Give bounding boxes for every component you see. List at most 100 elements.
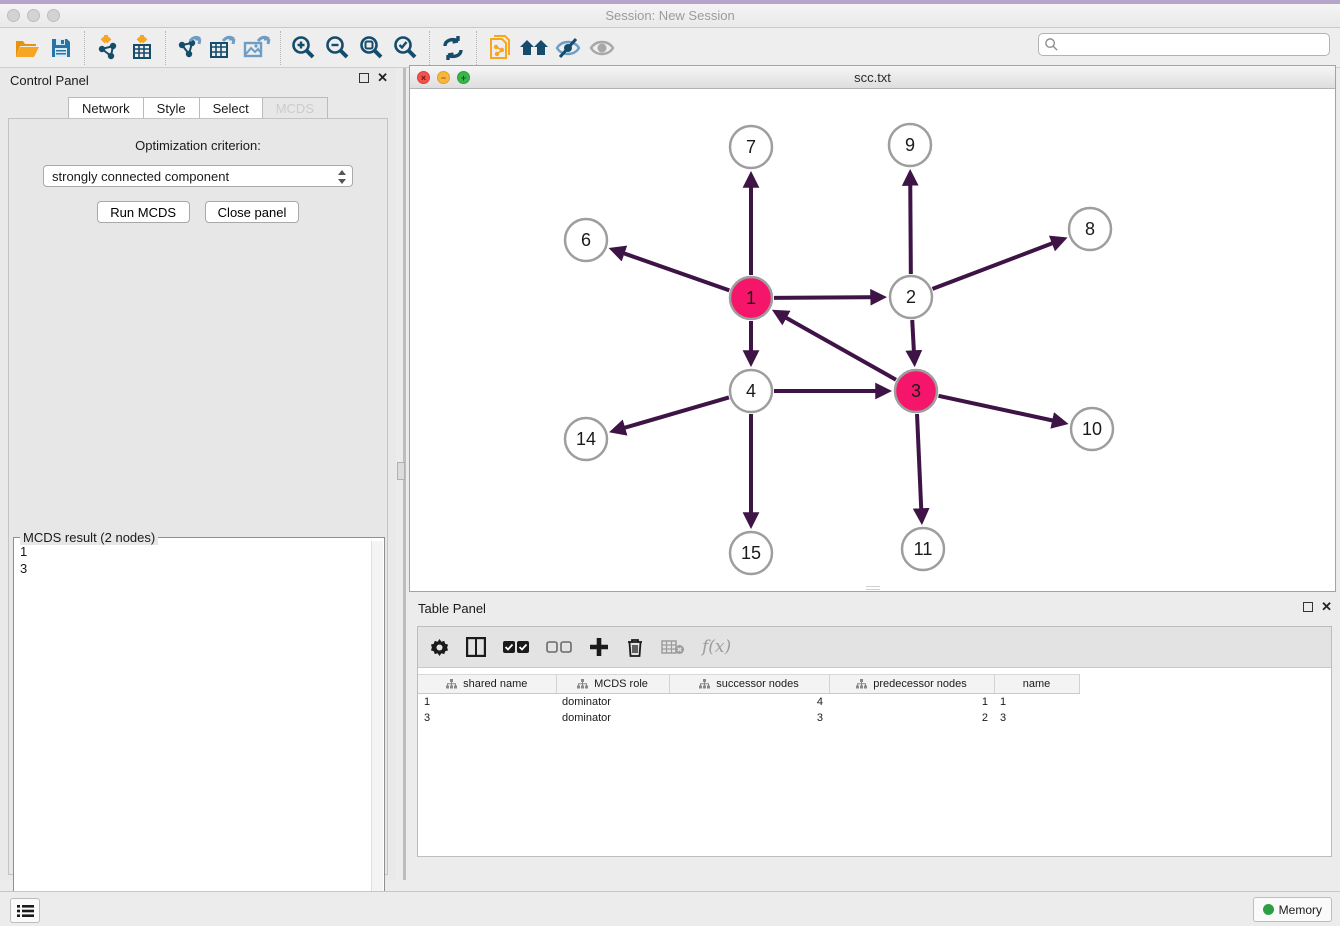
table-cell[interactable]: 1 xyxy=(829,694,994,710)
node-3[interactable]: 3 xyxy=(895,370,937,412)
edge-2-8[interactable] xyxy=(933,239,1063,289)
clone-network-icon[interactable] xyxy=(483,32,517,64)
edge-1-6[interactable] xyxy=(613,250,729,291)
window-title: Session: New Session xyxy=(0,8,1340,23)
table-row[interactable]: 1dominator411 xyxy=(418,694,1079,710)
open-session-icon[interactable] xyxy=(10,32,44,64)
control-tab-style[interactable]: Style xyxy=(144,97,200,120)
column-header-successor-nodes[interactable]: successor nodes xyxy=(669,675,829,694)
zoom-out-icon[interactable] xyxy=(321,32,355,64)
control-tab-mcds[interactable]: MCDS xyxy=(263,97,328,120)
memory-button[interactable]: Memory xyxy=(1253,897,1332,922)
node-14[interactable]: 14 xyxy=(565,418,607,460)
zoom-selected-icon[interactable] xyxy=(389,32,423,64)
close-panel-icon[interactable]: ✕ xyxy=(377,73,388,83)
close-table-panel-icon[interactable]: ✕ xyxy=(1321,602,1332,612)
control-panel: Control Panel ✕ NetworkStyleSelectMCDS O… xyxy=(0,68,396,880)
table-cell[interactable]: 1 xyxy=(418,694,556,710)
table-cell[interactable]: dominator xyxy=(556,694,669,710)
import-table-from-file-icon[interactable] xyxy=(125,32,159,64)
node-11[interactable]: 11 xyxy=(902,528,944,570)
search-icon xyxy=(1044,37,1059,52)
node-label-2: 2 xyxy=(906,287,916,307)
add-column-icon[interactable] xyxy=(589,637,609,657)
mcds-result-scrollbar[interactable] xyxy=(371,541,383,911)
table-cell[interactable]: 3 xyxy=(994,710,1079,726)
table-cell[interactable]: 4 xyxy=(669,694,829,710)
vertical-splitter-grip[interactable] xyxy=(397,462,405,480)
edge-4-14[interactable] xyxy=(614,397,729,430)
edge-1-2[interactable] xyxy=(774,297,882,298)
network-window-titlebar: scc.txt × − + xyxy=(410,66,1335,89)
float-table-panel-icon[interactable] xyxy=(1303,602,1313,612)
control-panel-title: Control Panel xyxy=(10,73,89,88)
delete-table-icon[interactable] xyxy=(661,639,685,655)
table-cell[interactable]: 3 xyxy=(418,710,556,726)
zoom-fit-icon[interactable] xyxy=(355,32,389,64)
run-mcds-button[interactable]: Run MCDS xyxy=(97,201,190,223)
edge-3-11[interactable] xyxy=(917,414,922,520)
table-cell[interactable]: 1 xyxy=(994,694,1079,710)
control-panel-header: Control Panel ✕ xyxy=(0,68,396,92)
export-table-icon[interactable] xyxy=(206,32,240,64)
table-cell[interactable]: dominator xyxy=(556,710,669,726)
toolbar-separator xyxy=(476,31,477,65)
select-all-checkboxes-icon[interactable] xyxy=(503,641,529,654)
export-network-icon[interactable] xyxy=(172,32,206,64)
optimization-criterion-select[interactable]: strongly connected component xyxy=(43,165,353,187)
node-6[interactable]: 6 xyxy=(565,219,607,261)
node-2[interactable]: 2 xyxy=(890,276,932,318)
column-header-MCDS-role[interactable]: MCDS role xyxy=(556,675,669,694)
node-label-9: 9 xyxy=(905,135,915,155)
show-all-icon[interactable] xyxy=(585,32,619,64)
node-9[interactable]: 9 xyxy=(889,124,931,166)
table-row[interactable]: 3dominator323 xyxy=(418,710,1079,726)
network-canvas[interactable]: 7 9 6 8 1 2 4 3 14 10 15 11 xyxy=(410,89,1335,591)
control-tab-network[interactable]: Network xyxy=(68,97,144,120)
select-stepper-icon xyxy=(337,169,347,188)
node-15[interactable]: 15 xyxy=(730,532,772,574)
column-header-predecessor-nodes[interactable]: predecessor nodes xyxy=(829,675,994,694)
table-cell[interactable]: 3 xyxy=(669,710,829,726)
import-network-from-file-icon[interactable] xyxy=(91,32,125,64)
horizontal-splitter-grip[interactable] xyxy=(866,586,880,590)
edge-3-1[interactable] xyxy=(776,312,896,379)
control-tab-select[interactable]: Select xyxy=(200,97,263,120)
edge-3-10[interactable] xyxy=(938,396,1063,423)
first-neighbors-icon[interactable] xyxy=(517,32,551,64)
node-8[interactable]: 8 xyxy=(1069,208,1111,250)
function-builder-icon[interactable]: f(x) xyxy=(702,637,731,657)
edge-2-9[interactable] xyxy=(910,174,911,274)
app-titlebar: Session: New Session xyxy=(0,4,1340,28)
search-input[interactable] xyxy=(1038,33,1330,56)
mcds-result-text[interactable]: 1 3 xyxy=(15,541,371,911)
column-header-name[interactable]: name xyxy=(994,675,1079,694)
node-7[interactable]: 7 xyxy=(730,126,772,168)
float-panel-icon[interactable] xyxy=(359,73,369,83)
node-table-container: f(x) shared nameMCDS rolesuccessor nodes… xyxy=(417,626,1332,857)
apply-layout-icon[interactable] xyxy=(436,32,470,64)
save-session-icon[interactable] xyxy=(44,32,78,64)
split-panel-icon[interactable] xyxy=(466,637,486,657)
close-panel-button[interactable]: Close panel xyxy=(205,201,300,223)
node-label-6: 6 xyxy=(581,230,591,250)
task-history-button[interactable] xyxy=(10,898,40,923)
list-icon xyxy=(17,904,34,918)
column-settings-gear-icon[interactable] xyxy=(430,638,449,657)
export-image-icon[interactable] xyxy=(240,32,274,64)
table-cell[interactable]: 2 xyxy=(829,710,994,726)
delete-column-trash-icon[interactable] xyxy=(626,637,644,657)
node-label-11: 11 xyxy=(914,539,933,559)
deselect-all-checkboxes-icon[interactable] xyxy=(546,641,572,654)
hide-selected-icon[interactable] xyxy=(551,32,585,64)
status-bar: Memory xyxy=(0,891,1340,926)
graph-svg: 7 9 6 8 1 2 4 3 14 10 15 11 xyxy=(410,89,1335,591)
node-1[interactable]: 1 xyxy=(730,277,772,319)
node-4[interactable]: 4 xyxy=(730,370,772,412)
zoom-in-icon[interactable] xyxy=(287,32,321,64)
control-panel-tabs: NetworkStyleSelectMCDS xyxy=(0,97,396,120)
node-label-7: 7 xyxy=(746,137,756,157)
column-header-shared-name[interactable]: shared name xyxy=(418,675,556,694)
node-10[interactable]: 10 xyxy=(1071,408,1113,450)
edge-2-3[interactable] xyxy=(912,320,914,362)
